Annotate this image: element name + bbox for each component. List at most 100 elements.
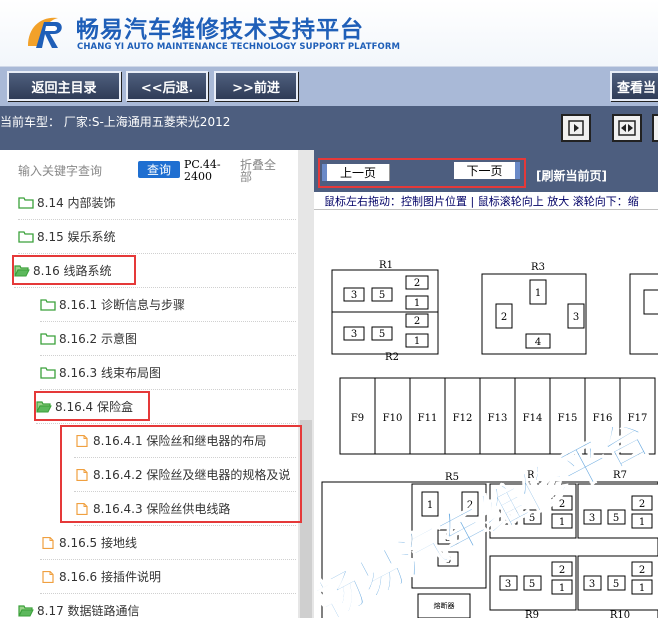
catalog-panel: 输入关键字查询 查询 PC.44-2400 折叠全部 8.14 内部装饰 8.15… bbox=[0, 150, 314, 618]
current-car-type: 当前车型： 厂家:S-上海通用五菱荣光2012 bbox=[0, 115, 231, 129]
relay-label: R6 bbox=[527, 470, 541, 481]
refresh-page-button[interactable]: [刷新当前页] bbox=[536, 167, 607, 184]
split-view-button[interactable] bbox=[612, 114, 642, 142]
tree-item-label: 8.16.6 接插件说明 bbox=[59, 570, 161, 584]
pin-label: 2 bbox=[467, 500, 473, 511]
pin-label: 1 bbox=[639, 583, 645, 594]
tree-item-label: 8.16.2 示意图 bbox=[59, 332, 137, 346]
fuse-box-diagram[interactable]: R1 R2 3 5 2 1 3 5 2 1 R3 1 2 3 4 F9 F10 F1… bbox=[314, 210, 658, 618]
pin-label: 1 bbox=[535, 288, 541, 299]
folder-icon bbox=[40, 332, 56, 345]
search-input[interactable]: 输入关键字查询 bbox=[18, 162, 130, 179]
pin-label: 4 bbox=[535, 337, 541, 348]
relay-label: R3 bbox=[531, 262, 545, 273]
tree-item[interactable]: 8.16.1 诊断信息与步骤 bbox=[40, 288, 296, 322]
tree-item[interactable]: 8.16.6 接插件说明 bbox=[40, 560, 296, 594]
pin-label: 3 bbox=[351, 329, 357, 340]
tree-item-label: 8.15 娱乐系统 bbox=[37, 230, 116, 244]
fuse-label: F14 bbox=[523, 413, 543, 424]
fuse-label: F13 bbox=[488, 413, 508, 424]
split-arrows-icon bbox=[618, 120, 636, 136]
pin-label: 3 bbox=[505, 579, 511, 590]
pin-label: 3 bbox=[573, 312, 579, 323]
tree-item[interactable]: 8.16.3 线束布局图 bbox=[40, 356, 296, 390]
relay-label: R10 bbox=[610, 610, 630, 618]
fuse-label: F17 bbox=[628, 413, 648, 424]
viewer-hint: 鼠标左右拖动：控制图片位置 | 鼠标滚轮向上 放大 滚轮向下：缩 bbox=[314, 192, 658, 210]
tree-item-label: 8.17 数据链路通信 bbox=[37, 604, 140, 618]
catalog-scrollbar[interactable] bbox=[298, 150, 314, 618]
pin-label: 1 bbox=[414, 298, 420, 309]
arrow-right-icon bbox=[568, 120, 584, 136]
pin-label: 2 bbox=[501, 312, 507, 323]
folder-icon bbox=[40, 298, 56, 311]
pin-label: 3 bbox=[589, 513, 595, 524]
pin-label: 3 bbox=[505, 513, 511, 524]
pin-label: 1 bbox=[639, 517, 645, 528]
document-icon bbox=[40, 570, 56, 583]
pin-label: 3 bbox=[589, 579, 595, 590]
view-current-button[interactable]: 查看当 bbox=[610, 71, 658, 101]
tree-item[interactable]: 8.17 数据链路通信 bbox=[18, 594, 296, 618]
logo-icon bbox=[24, 12, 70, 52]
pin-label: 2 bbox=[639, 499, 645, 510]
search-button[interactable]: 查询 bbox=[138, 161, 180, 178]
subgroup-highlight bbox=[60, 425, 302, 523]
fuse-label: F10 bbox=[383, 413, 403, 424]
tree-item[interactable]: 8.15 娱乐系统 bbox=[18, 220, 296, 254]
tree-item[interactable]: 8.16.2 示意图 bbox=[40, 322, 296, 356]
pin-label: 5 bbox=[379, 329, 385, 340]
pc-code-label: PC.44-2400 bbox=[184, 158, 221, 183]
home-button[interactable]: 返回主目录 bbox=[7, 71, 121, 101]
pin-label: 2 bbox=[414, 316, 420, 327]
relay-label: R2 bbox=[385, 352, 399, 363]
folder-open-icon bbox=[18, 604, 34, 617]
pin-label: 2 bbox=[414, 278, 420, 289]
folder-icon bbox=[40, 366, 56, 379]
pin-label: 5 bbox=[613, 579, 619, 590]
tree-item-label: 8.16.1 诊断信息与步骤 bbox=[59, 298, 185, 312]
pin-label: 3 bbox=[351, 290, 357, 301]
pager-highlight bbox=[318, 158, 526, 188]
extra-control-button[interactable] bbox=[652, 114, 658, 142]
relay-label: R9 bbox=[525, 610, 539, 618]
brand-subtitle: CHANG YI AUTO MAINTENANCE TECHNOLOGY SUP… bbox=[77, 42, 401, 52]
pin-label: 5 bbox=[445, 533, 451, 544]
selection-highlight bbox=[12, 255, 136, 285]
pin-label: 2 bbox=[559, 565, 565, 576]
info-bar: 当前车型： 厂家:S-上海通用五菱荣光2012 bbox=[0, 106, 658, 150]
expand-panel-button[interactable] bbox=[561, 114, 591, 142]
app-header: 畅易汽车维修技术支持平台 CHANG YI AUTO MAINTENANCE T… bbox=[0, 0, 658, 66]
pin-label: 5 bbox=[529, 513, 535, 524]
fuse-label: F9 bbox=[351, 413, 364, 424]
pin-label: 5 bbox=[613, 513, 619, 524]
brand-title: 畅易汽车维修技术支持平台 bbox=[76, 17, 364, 43]
pin-label: 3 bbox=[445, 555, 451, 566]
relay-label: R7 bbox=[613, 470, 627, 481]
fuse-label: F15 bbox=[558, 413, 578, 424]
back-button[interactable]: <<后退. bbox=[126, 71, 208, 101]
folder-icon bbox=[18, 230, 34, 243]
small-label: 熔断器 bbox=[434, 601, 455, 610]
pin-label: 1 bbox=[414, 336, 420, 347]
toolbar: 返回主目录 <<后退. >>前进 查看当 bbox=[0, 66, 658, 106]
document-viewer: 上一页 下一页 [刷新当前页] 鼠标左右拖动：控制图片位置 | 鼠标滚轮向上 放… bbox=[314, 150, 658, 618]
folder-icon bbox=[18, 196, 34, 209]
forward-button[interactable]: >>前进 bbox=[214, 71, 298, 101]
pin-label: 2 bbox=[559, 499, 565, 510]
document-icon bbox=[40, 536, 56, 549]
fuse-label: F16 bbox=[593, 413, 613, 424]
pin-label: 5 bbox=[379, 290, 385, 301]
selection-highlight bbox=[34, 391, 150, 421]
tree-item[interactable]: 8.16.5 接地线 bbox=[40, 526, 296, 560]
pin-label: 1 bbox=[559, 517, 565, 528]
fuse-label: F12 bbox=[453, 413, 473, 424]
relay-label: R5 bbox=[445, 472, 459, 483]
pin-label: 1 bbox=[427, 500, 433, 511]
tree-item[interactable]: 8.14 内部装饰 bbox=[18, 186, 296, 220]
tree-item-label: 8.16.5 接地线 bbox=[59, 536, 137, 550]
pin-label: 5 bbox=[529, 579, 535, 590]
tree-item-label: 8.16.3 线束布局图 bbox=[59, 366, 161, 380]
collapse-all-link[interactable]: 折叠全部 bbox=[240, 159, 280, 183]
pin-label: 2 bbox=[639, 565, 645, 576]
